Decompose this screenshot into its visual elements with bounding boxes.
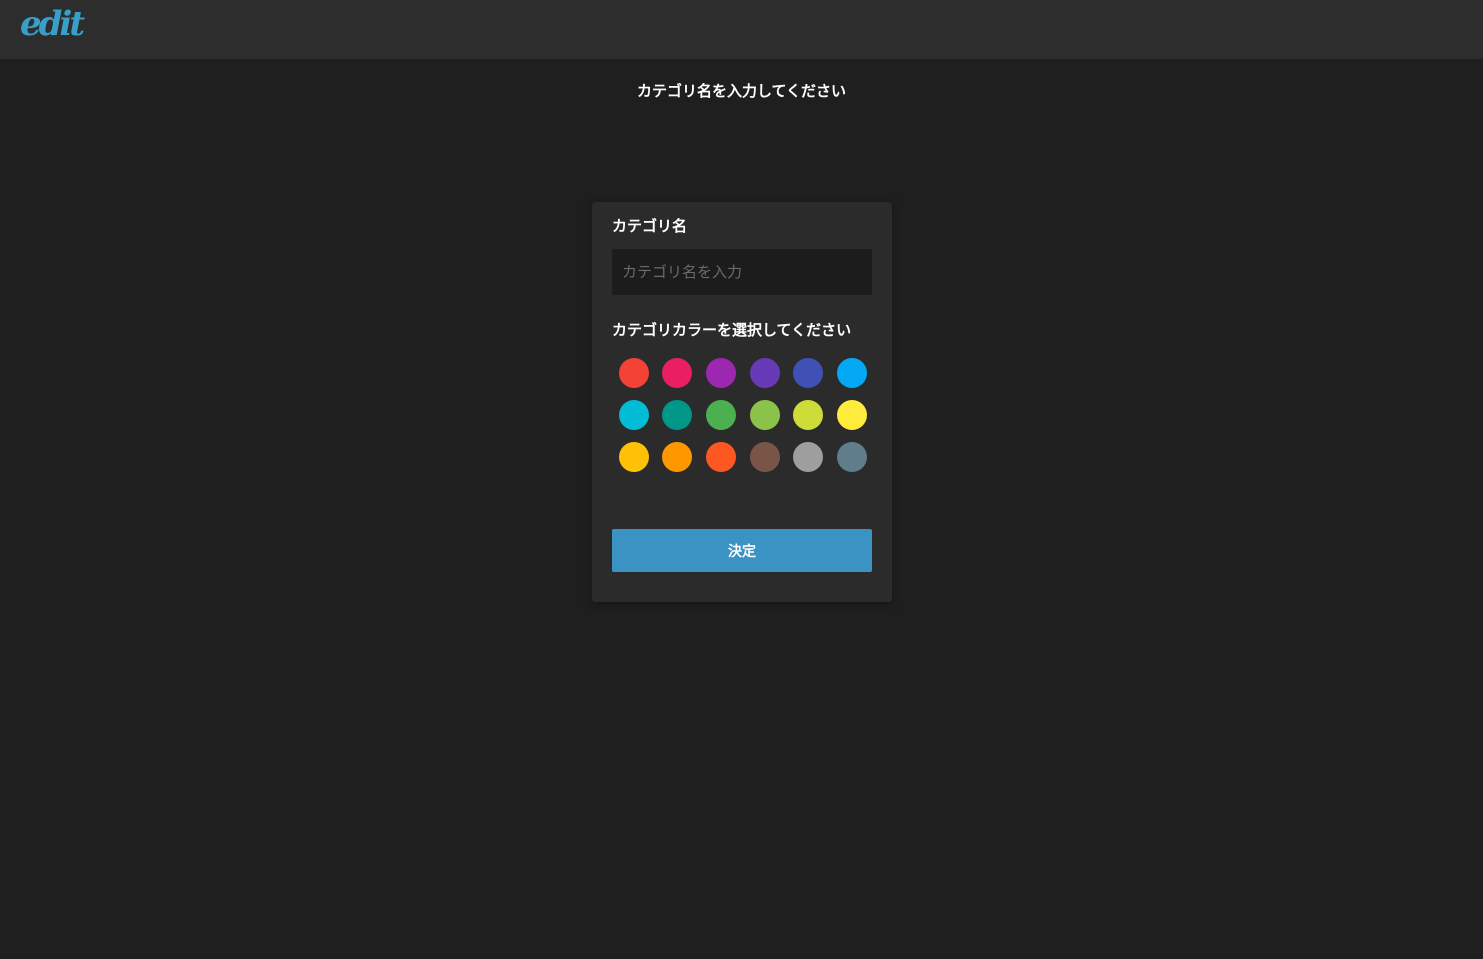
color-swatch-cell (743, 352, 787, 394)
color-swatch-cell (656, 436, 700, 478)
color-swatch-cell (830, 394, 874, 436)
color-swatch[interactable] (705, 442, 736, 472)
color-swatch-cell (830, 436, 874, 478)
color-swatch[interactable] (662, 400, 693, 430)
category-color-label: カテゴリカラーを選択してください (612, 321, 852, 339)
category-name-input[interactable] (612, 249, 872, 295)
color-swatch-cell (699, 436, 743, 478)
color-swatch-cell (786, 352, 830, 394)
color-swatch-cell (612, 394, 656, 436)
color-swatch[interactable] (662, 442, 693, 472)
color-swatch-cell (786, 436, 830, 478)
page-title: カテゴリ名を入力してください (636, 82, 847, 100)
color-swatch[interactable] (836, 400, 867, 430)
color-swatch[interactable] (749, 400, 780, 430)
app-header: edit (0, 0, 1483, 59)
color-swatch[interactable] (618, 400, 649, 430)
app-logo[interactable]: edit (20, 4, 85, 44)
color-swatch[interactable] (662, 358, 693, 388)
color-swatch-cell (656, 394, 700, 436)
color-swatch[interactable] (836, 442, 867, 472)
color-swatch[interactable] (705, 358, 736, 388)
color-swatch-cell (786, 394, 830, 436)
color-swatch[interactable] (749, 358, 780, 388)
color-swatch-cell (612, 436, 656, 478)
color-swatch[interactable] (793, 400, 824, 430)
color-swatch[interactable] (705, 400, 736, 430)
color-swatch-cell (656, 352, 700, 394)
category-form-card: カテゴリ名 カテゴリカラーを選択してください 決定 (592, 202, 892, 602)
color-swatch-cell (743, 436, 787, 478)
color-swatch-cell (612, 352, 656, 394)
color-swatch-cell (699, 394, 743, 436)
submit-button[interactable]: 決定 (612, 529, 872, 572)
color-swatch-cell (699, 352, 743, 394)
color-swatch[interactable] (618, 358, 649, 388)
color-swatch[interactable] (749, 442, 780, 472)
color-swatch[interactable] (793, 358, 824, 388)
color-swatch-cell (830, 352, 874, 394)
color-swatch-cell (743, 394, 787, 436)
color-swatch[interactable] (836, 358, 867, 388)
color-swatch[interactable] (618, 442, 649, 472)
color-swatch-grid (612, 352, 872, 478)
color-swatch[interactable] (793, 442, 824, 472)
category-name-label: カテゴリ名 (612, 217, 688, 235)
